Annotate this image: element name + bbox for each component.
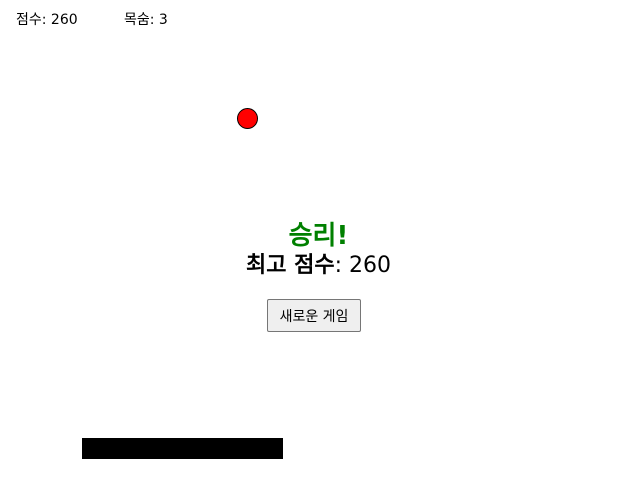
victory-title: 승리! bbox=[288, 221, 349, 251]
new-game-button[interactable]: 새로운 게임 bbox=[267, 299, 361, 332]
lives-display: 목숨: 3 bbox=[124, 12, 168, 28]
victory-message: 승리! 최고 점수: 260 bbox=[0, 220, 637, 280]
paddle[interactable] bbox=[82, 438, 283, 459]
best-score-value: : 260 bbox=[334, 253, 392, 278]
best-score-label: 최고 점수 bbox=[245, 253, 335, 278]
score-display: 점수: 260 bbox=[16, 12, 78, 28]
best-score-line: 최고 점수: 260 bbox=[0, 252, 637, 280]
ball bbox=[237, 108, 258, 129]
